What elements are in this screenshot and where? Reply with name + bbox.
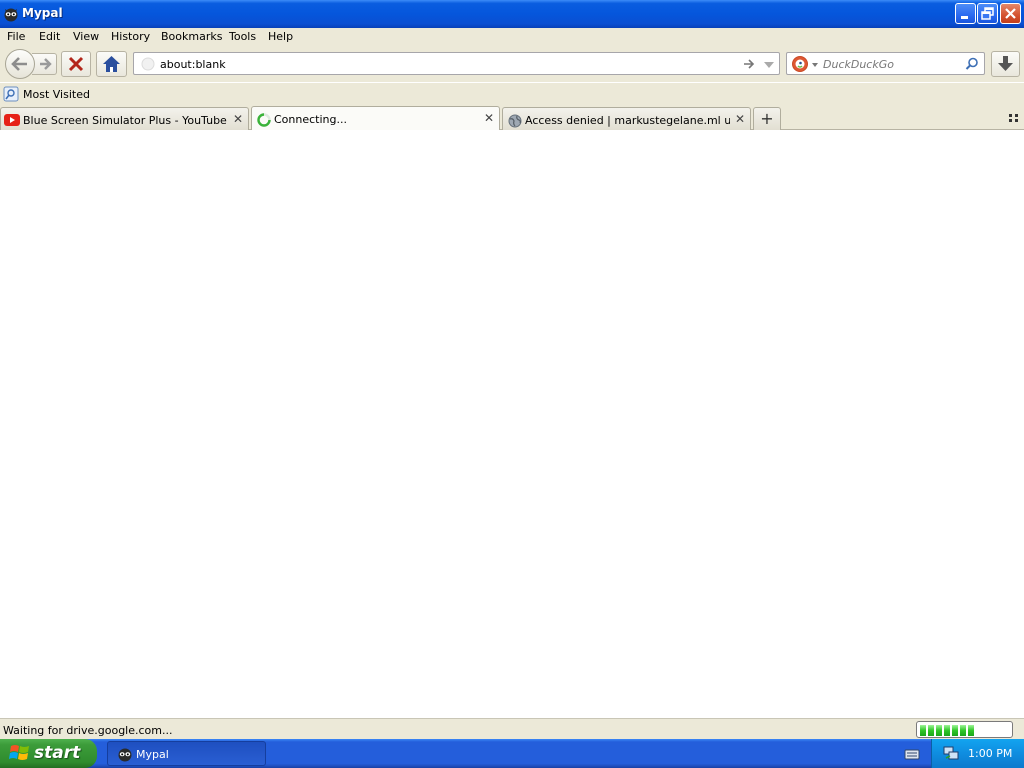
network-status-icon[interactable] — [942, 744, 960, 762]
loading-spinner-icon — [257, 113, 271, 127]
back-forward-group — [5, 49, 57, 79]
navigation-toolbar: about:blank DuckDuckGo — [0, 47, 1024, 82]
progress-fill — [920, 725, 974, 736]
minimize-button[interactable] — [955, 3, 976, 24]
menu-history[interactable]: History — [111, 30, 150, 43]
search-input[interactable]: DuckDuckGo — [823, 58, 894, 71]
tab-strip: Blue Screen Simulator Plus - YouTube ✕ C… — [0, 105, 1024, 131]
engine-dropdown-icon[interactable] — [811, 61, 819, 69]
downloads-button[interactable] — [991, 51, 1020, 77]
list-all-tabs-icon[interactable] — [1008, 112, 1020, 124]
menu-file[interactable]: File — [7, 30, 25, 43]
windows-logo-icon — [9, 745, 29, 760]
address-input[interactable]: about:blank — [160, 58, 226, 71]
window-title: Mypal — [22, 6, 63, 20]
close-tab-icon[interactable]: ✕ — [735, 112, 745, 126]
menu-edit[interactable]: Edit — [39, 30, 60, 43]
plus-icon: + — [760, 109, 774, 128]
bookmark-most-visited[interactable]: Most Visited — [23, 88, 90, 101]
restore-button[interactable] — [977, 3, 998, 24]
menu-view[interactable]: View — [73, 30, 99, 43]
minimize-icon — [961, 16, 968, 19]
stop-button[interactable] — [61, 51, 91, 77]
system-tray: 1:00 PM — [931, 739, 1024, 768]
youtube-icon — [4, 114, 20, 126]
progress-block — [936, 725, 942, 736]
bookmarks-toolbar: Most Visited — [0, 83, 1024, 105]
status-text: Waiting for drive.google.com... — [3, 724, 173, 737]
mypal-app-icon — [4, 8, 18, 22]
start-button[interactable]: start — [0, 739, 97, 768]
forward-button[interactable] — [32, 53, 57, 75]
back-button[interactable] — [5, 49, 35, 79]
taskbar-item-mypal[interactable]: Mypal — [107, 741, 266, 766]
keyboard-language-icon[interactable] — [904, 746, 920, 762]
download-arrow-icon — [998, 56, 1013, 71]
progress-block — [952, 725, 958, 736]
home-button[interactable] — [96, 51, 127, 77]
search-bar[interactable]: DuckDuckGo — [786, 52, 985, 75]
tab-label: Connecting... — [274, 113, 347, 126]
most-visited-folder-icon — [3, 86, 19, 102]
status-bar: Waiting for drive.google.com... — [0, 718, 1024, 739]
close-tab-icon[interactable]: ✕ — [233, 112, 243, 126]
close-button[interactable] — [1000, 3, 1021, 24]
address-bar[interactable]: about:blank — [133, 52, 780, 75]
taskbar: start Mypal 1:00 PM — [0, 739, 1024, 768]
progress-block — [960, 725, 966, 736]
mypal-app-icon — [118, 748, 132, 762]
search-icon[interactable] — [965, 57, 979, 71]
tab-access-denied[interactable]: Access denied | markustegelane.ml used .… — [502, 107, 751, 130]
home-icon — [103, 56, 120, 72]
duckduckgo-engine-icon[interactable] — [791, 55, 809, 73]
page-blank-icon — [141, 57, 155, 71]
desktop-screen: Mypal File Edit View History Bookmarks T… — [0, 0, 1024, 768]
back-arrow-icon — [11, 57, 27, 71]
progress-block — [928, 725, 934, 736]
menu-tools[interactable]: Tools — [229, 30, 256, 43]
clock: 1:00 PM — [968, 747, 1013, 760]
go-arrow-icon[interactable] — [742, 57, 756, 71]
close-icon — [1005, 8, 1016, 19]
menu-help[interactable]: Help — [268, 30, 293, 43]
close-tab-icon[interactable]: ✕ — [484, 111, 494, 125]
menu-bar: File Edit View History Bookmarks Tools H… — [0, 28, 1024, 47]
title-bar[interactable]: Mypal — [0, 0, 1024, 28]
loading-progress-bar — [916, 721, 1013, 738]
globe-icon — [508, 114, 522, 128]
stop-x-icon — [68, 56, 84, 72]
tab-label: Blue Screen Simulator Plus - YouTube — [23, 114, 227, 127]
progress-block — [968, 725, 974, 736]
tab-youtube[interactable]: Blue Screen Simulator Plus - YouTube ✕ — [0, 107, 249, 130]
progress-block — [920, 725, 926, 736]
taskbar-item-label: Mypal — [136, 748, 169, 761]
restore-icon — [981, 7, 994, 20]
page-content-area[interactable] — [0, 130, 1024, 718]
progress-block — [944, 725, 950, 736]
new-tab-button[interactable]: + — [753, 107, 781, 130]
menu-bookmarks[interactable]: Bookmarks — [161, 30, 222, 43]
start-label: start — [34, 743, 81, 763]
history-dropdown-icon[interactable] — [763, 59, 775, 71]
tab-label: Access denied | markustegelane.ml used .… — [525, 114, 730, 127]
tab-connecting[interactable]: Connecting... ✕ — [251, 106, 500, 131]
forward-arrow-icon — [40, 58, 52, 70]
